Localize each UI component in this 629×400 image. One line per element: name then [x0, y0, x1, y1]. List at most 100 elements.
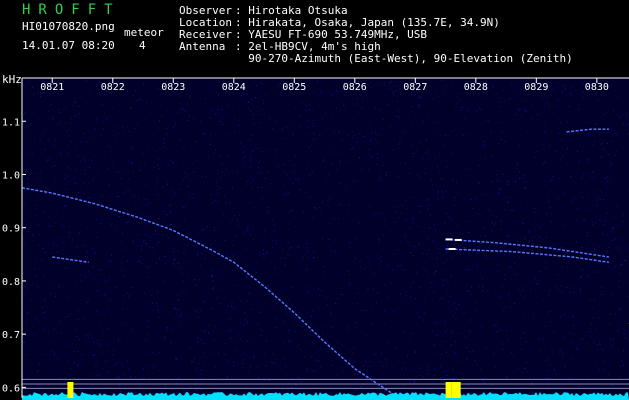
noise-pixel — [446, 259, 448, 261]
noise-pixel — [411, 218, 413, 220]
noise-pixel — [197, 240, 199, 241]
noise-pixel — [157, 233, 159, 235]
noise-pixel — [590, 250, 592, 252]
noise-pixel — [93, 341, 95, 343]
noise-pixel — [44, 252, 46, 254]
noise-pixel — [135, 376, 137, 378]
noise-pixel — [308, 257, 310, 259]
noise-pixel — [364, 309, 365, 311]
noise-pixel — [45, 268, 47, 270]
noise-pixel — [60, 112, 62, 113]
y-tick-label: 0.7 — [2, 330, 20, 341]
noise-pixel — [192, 162, 194, 164]
noise-pixel — [599, 219, 601, 221]
noise-pixel — [43, 312, 45, 313]
noise-pixel — [579, 290, 581, 292]
noise-pixel — [433, 374, 435, 376]
noise-pixel — [496, 196, 498, 198]
noise-pixel — [533, 312, 534, 314]
noise-pixel — [525, 341, 527, 343]
noise-pixel — [60, 191, 62, 193]
noise-pixel — [268, 117, 270, 119]
noise-pixel — [173, 263, 175, 264]
noise-pixel — [24, 224, 26, 226]
noise-pixel — [472, 207, 474, 209]
noise-pixel — [94, 128, 96, 130]
noise-pixel — [620, 376, 622, 378]
noise-pixel — [476, 110, 478, 111]
noise-pixel — [451, 130, 453, 132]
noise-pixel — [446, 85, 448, 87]
noise-pixel — [564, 314, 565, 316]
noise-pixel — [263, 256, 265, 258]
noise-pixel — [495, 264, 497, 266]
noise-pixel — [142, 153, 144, 155]
noise-pixel — [479, 274, 481, 276]
noise-pixel — [224, 175, 226, 177]
noise-pixel — [152, 302, 154, 304]
noise-pixel — [178, 299, 179, 301]
noise-pixel — [348, 274, 350, 275]
noise-pixel — [117, 361, 119, 363]
noise-pixel — [144, 119, 146, 121]
noise-pixel — [155, 303, 157, 305]
noise-pixel — [471, 147, 473, 149]
noise-pixel — [458, 304, 460, 306]
noise-pixel — [510, 298, 512, 299]
noise-pixel — [626, 280, 628, 282]
noise-pixel — [471, 286, 472, 288]
noise-pixel — [38, 103, 40, 105]
noise-pixel — [200, 121, 202, 123]
noise-pixel — [319, 295, 321, 296]
noise-pixel — [593, 176, 595, 178]
noise-pixel — [72, 239, 73, 241]
noise-pixel — [75, 290, 77, 292]
noise-pixel — [58, 342, 60, 343]
noise-pixel — [288, 339, 290, 341]
noise-pixel — [358, 222, 360, 224]
noise-pixel — [571, 94, 573, 96]
noise-pixel — [282, 249, 283, 251]
noise-pixel — [482, 290, 484, 292]
noise-pixel — [89, 275, 91, 277]
noise-pixel — [225, 202, 227, 204]
noise-pixel — [254, 207, 255, 209]
noise-pixel — [604, 221, 606, 222]
noise-pixel — [195, 175, 197, 177]
noise-pixel — [465, 268, 467, 270]
noise-pixel — [605, 112, 607, 113]
noise-pixel — [489, 89, 490, 91]
noise-pixel — [503, 166, 505, 167]
noise-pixel — [38, 390, 40, 392]
noise-pixel — [354, 361, 356, 363]
noise-pixel — [24, 167, 26, 169]
noise-pixel — [512, 209, 514, 211]
noise-pixel — [334, 251, 336, 253]
noise-pixel — [306, 269, 308, 271]
noise-pixel — [604, 360, 605, 362]
noise-pixel — [427, 151, 429, 153]
noise-pixel — [522, 223, 524, 225]
noise-pixel — [422, 253, 424, 255]
noise-pixel — [244, 155, 246, 157]
noise-pixel — [50, 280, 52, 282]
noise-pixel — [200, 310, 202, 311]
noise-pixel — [317, 89, 319, 91]
noise-pixel — [26, 290, 28, 292]
noise-pixel — [298, 390, 300, 392]
noise-pixel — [405, 131, 407, 133]
noise-pixel — [576, 347, 578, 349]
noise-pixel — [149, 239, 151, 241]
noise-pixel — [625, 338, 627, 339]
noise-pixel — [264, 302, 266, 304]
noise-pixel — [261, 151, 263, 152]
noise-pixel — [288, 223, 290, 225]
noise-pixel — [615, 247, 617, 249]
noise-pixel — [84, 235, 86, 237]
noise-pixel — [213, 339, 215, 341]
noise-pixel — [89, 91, 91, 93]
noise-pixel — [307, 307, 309, 309]
noise-pixel — [227, 305, 229, 307]
noise-pixel — [194, 348, 196, 350]
noise-pixel — [442, 197, 444, 199]
